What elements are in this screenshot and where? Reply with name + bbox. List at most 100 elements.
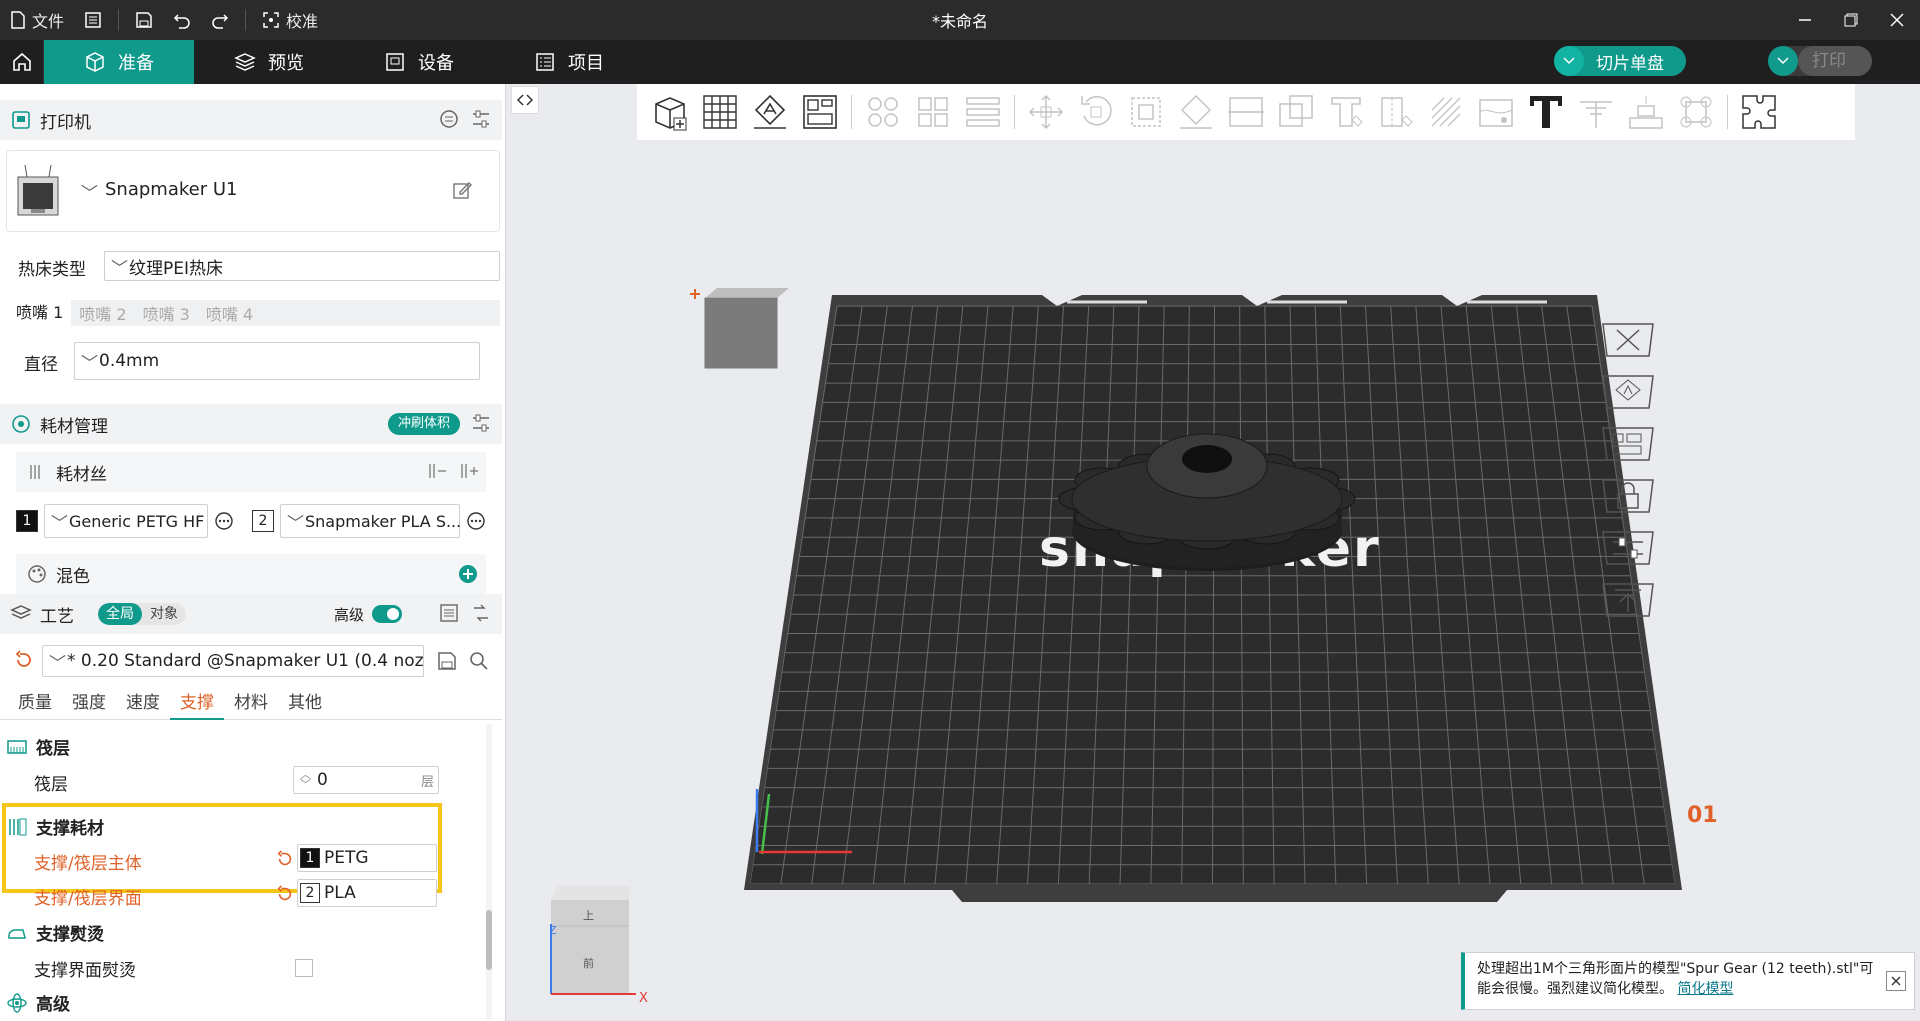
- filament-name-1: Generic PETG HF: [69, 511, 205, 531]
- advanced-group-header: 高级: [6, 990, 70, 1015]
- save-button[interactable]: [125, 0, 163, 40]
- support-base-filament-label: 支撑/筏层主体: [34, 854, 142, 874]
- undo-button[interactable]: [163, 0, 201, 40]
- 3d-viewport[interactable]: snapmaker 01: [507, 84, 1920, 1021]
- print-button[interactable]: 打印: [1798, 46, 1872, 76]
- redo-icon: [212, 14, 229, 29]
- sliders-icon[interactable]: [470, 412, 492, 434]
- support-interface-filament-value: PLA: [324, 883, 356, 903]
- calibrate-icon: [263, 12, 279, 28]
- scope-global[interactable]: 全局: [98, 603, 142, 625]
- filament-index-1[interactable]: 1: [16, 510, 38, 532]
- scope-object[interactable]: 对象: [142, 603, 186, 625]
- support-base-filament-select[interactable]: 1 PETG: [297, 844, 437, 872]
- more-options-icon[interactable]: [214, 511, 234, 531]
- filament-select-1[interactable]: ﹀ Generic PETG HF: [44, 504, 208, 538]
- support-interface-filament-index: 2: [300, 883, 320, 903]
- slice-plate-button[interactable]: 切片单盘: [1584, 49, 1686, 74]
- tab-quality[interactable]: 质量: [8, 690, 62, 720]
- restore-button[interactable]: [1828, 0, 1874, 40]
- tab-speed[interactable]: 速度: [116, 690, 170, 720]
- process-preset-select[interactable]: ﹀ * 0.20 Standard @Snapmaker U1 (0.4 noz…: [42, 645, 424, 677]
- palette-icon: [28, 565, 46, 583]
- chevron-down-icon: [1777, 57, 1789, 65]
- raft-layers-spinner[interactable]: ︿ ﹀ 0 层: [293, 766, 439, 794]
- tab-support[interactable]: 支撑: [170, 690, 224, 720]
- flush-volume-button[interactable]: 冲刷体积: [388, 413, 461, 435]
- plate-settings-icon[interactable]: [1599, 528, 1659, 568]
- more-options-icon[interactable]: [466, 511, 486, 531]
- printer-section-header: 打印机: [0, 100, 502, 140]
- tab-preview[interactable]: 预览: [194, 40, 344, 84]
- advanced-toggle[interactable]: [372, 605, 402, 623]
- delete-plate-icon[interactable]: [1599, 320, 1659, 360]
- edit-icon[interactable]: [451, 179, 473, 201]
- printer-model[interactable]: Snapmaker U1: [105, 179, 237, 200]
- printer-settings-icon[interactable]: [438, 108, 460, 130]
- slice-dropdown-button[interactable]: [1554, 46, 1584, 76]
- support-ironing-label: 支撑界面熨烫: [34, 961, 136, 981]
- view-cube[interactable]: 上 前 Z: [550, 884, 630, 994]
- close-window-button[interactable]: [1874, 0, 1920, 40]
- filament-select-2[interactable]: ﹀ Snapmaker PLA S...: [280, 504, 461, 538]
- viewcube-front-label[interactable]: 前: [583, 956, 594, 970]
- search-icon[interactable]: [468, 650, 490, 672]
- support-interface-filament-label: 支撑/筏层界面: [34, 889, 142, 909]
- sliders-icon[interactable]: [470, 108, 492, 130]
- home-button[interactable]: [0, 40, 44, 84]
- reset-icon[interactable]: [276, 885, 294, 903]
- raft-icon: [7, 739, 27, 754]
- calibrate-menu[interactable]: 校准: [252, 0, 328, 40]
- diameter-select[interactable]: ﹀ 0.4mm: [74, 342, 480, 380]
- tab-nozzle-3[interactable]: 喷嘴 3: [135, 301, 198, 325]
- save-icon[interactable]: [436, 650, 458, 672]
- orient-plate-icon[interactable]: [1599, 372, 1659, 412]
- tab-nozzle-1[interactable]: 喷嘴 1: [8, 300, 72, 326]
- window-controls: [1782, 0, 1920, 40]
- settings-scrollbar[interactable]: [486, 724, 492, 1020]
- tab-nozzle-4[interactable]: 喷嘴 4: [198, 301, 261, 325]
- scope-toggle[interactable]: 全局 对象: [98, 603, 186, 625]
- chevron-down-icon: ﹀: [81, 353, 98, 374]
- redo-button[interactable]: [201, 0, 239, 40]
- tab-project[interactable]: 项目: [494, 40, 644, 84]
- support-interface-filament-select[interactable]: 2 PLA: [297, 879, 437, 907]
- add-icon[interactable]: [458, 564, 478, 584]
- list-icon[interactable]: [438, 602, 460, 624]
- reset-icon[interactable]: [14, 650, 34, 670]
- compare-icon[interactable]: [470, 602, 492, 624]
- tab-other[interactable]: 其他: [278, 690, 332, 720]
- filament-section-header: 耗材管理 冲刷体积: [0, 404, 502, 444]
- lock-plate-icon[interactable]: [1599, 476, 1659, 516]
- print-dropdown-button[interactable]: [1768, 46, 1798, 76]
- minimize-button[interactable]: [1782, 0, 1828, 40]
- filament-slot-1: 1 ﹀ Generic PETG HF: [16, 504, 234, 538]
- menu-button[interactable]: [74, 0, 112, 40]
- support-ironing-checkbox[interactable]: [295, 959, 313, 977]
- tab-device[interactable]: 设备: [344, 40, 494, 84]
- plate-number[interactable]: 01: [1687, 803, 1718, 828]
- tab-prepare[interactable]: 准备: [44, 40, 194, 84]
- move-to-top-icon[interactable]: [1599, 580, 1659, 620]
- project-icon: [536, 53, 554, 71]
- tab-strength[interactable]: 强度: [62, 690, 116, 720]
- tab-nozzle-2[interactable]: 喷嘴 2: [71, 301, 134, 325]
- remove-filament-icon[interactable]: [426, 460, 448, 482]
- arrange-plate-icon[interactable]: [1599, 424, 1659, 464]
- viewcube-top-label[interactable]: 上: [583, 909, 594, 922]
- build-plate-scene[interactable]: snapmaker 01: [507, 84, 1920, 1021]
- printer-thumbnail: [17, 164, 59, 216]
- slice-plate-button-group: 切片单盘: [1554, 46, 1686, 76]
- file-menu[interactable]: 文件: [0, 0, 74, 40]
- prime-tower[interactable]: [704, 288, 789, 369]
- scrollbar-thumb[interactable]: [486, 910, 492, 970]
- simplify-model-link[interactable]: 简化模型: [1677, 981, 1733, 997]
- reset-icon[interactable]: [276, 850, 294, 868]
- add-filament-icon[interactable]: [458, 460, 480, 482]
- bed-type-select[interactable]: ﹀ 纹理PEI热床: [104, 251, 500, 281]
- close-icon: [1890, 13, 1904, 27]
- viewcube-axis-x: X: [639, 991, 648, 1006]
- filament-index-2[interactable]: 2: [252, 510, 274, 532]
- toast-close-button[interactable]: [1886, 971, 1906, 991]
- tab-material[interactable]: 材料: [224, 690, 278, 720]
